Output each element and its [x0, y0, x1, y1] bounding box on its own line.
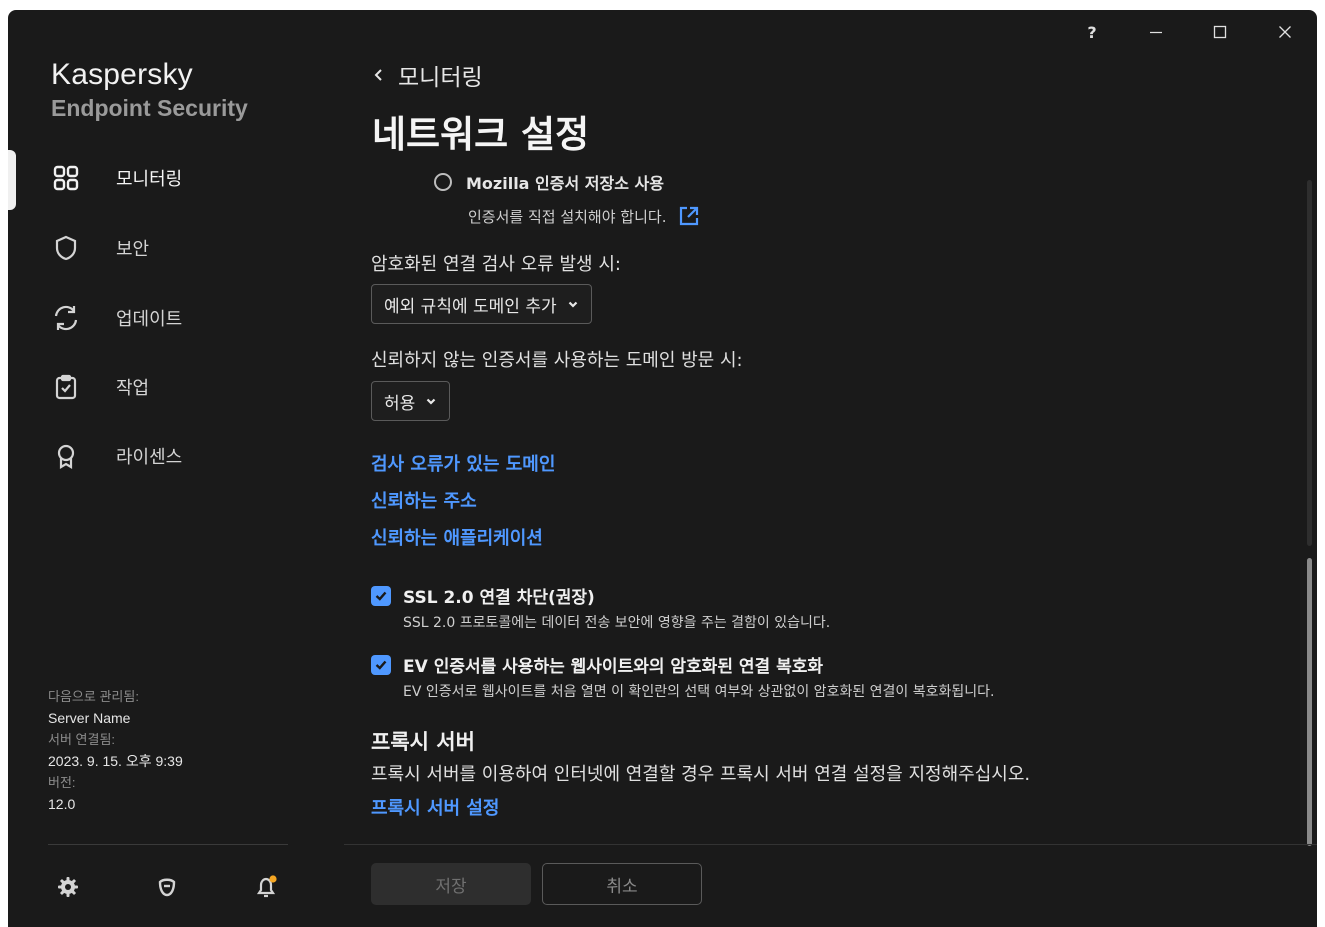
ev-decrypt-checkbox[interactable] — [371, 654, 391, 675]
notifications-icon — [256, 875, 277, 898]
close-icon — [1279, 26, 1291, 38]
ssl2-block-desc: SSL 2.0 프로토콜에는 데이터 전송 보안에 영향을 주는 결함이 있습니… — [403, 615, 831, 631]
checkmark-icon — [375, 660, 387, 670]
app-window: ? Kaspersky Endpoint Security 모니터링 보안 업데… — [8, 10, 1317, 927]
ssl2-block-option[interactable]: SSL 2.0 연결 차단(권장) — [371, 583, 595, 608]
chevron-down-icon — [567, 298, 579, 310]
settings-content[interactable]: Mozilla 인증서 저장소 사용 인증서를 직접 설치해야 합니다. 암호화… — [348, 170, 1308, 840]
sidebar-item-label: 업데이트 — [116, 309, 183, 330]
page-title: 네트워크 설정 — [372, 113, 590, 156]
sidebar-item-label: 모니터링 — [116, 169, 183, 190]
ev-decrypt-label: EV 인증서를 사용하는 웹사이트와의 암호화된 연결 복호화 — [403, 657, 823, 677]
mozilla-store-desc-text: 인증서를 직접 설치해야 합니다. — [468, 207, 667, 226]
notifications-button[interactable] — [248, 872, 284, 902]
save-button[interactable]: 저장 — [371, 863, 531, 905]
close-button[interactable] — [1263, 20, 1307, 44]
chevron-down-icon — [425, 395, 437, 407]
footer-divider — [344, 844, 1317, 845]
mozilla-store-label: Mozilla 인증서 저장소 사용 — [466, 174, 664, 193]
clipboard-icon — [48, 369, 84, 405]
breadcrumb-label: 모니터링 — [398, 65, 483, 91]
mozilla-store-option[interactable]: Mozilla 인증서 저장소 사용 — [434, 170, 664, 194]
untrusted-cert-value: 허용 — [384, 393, 416, 414]
sidebar-item-tasks[interactable]: 작업 — [48, 365, 298, 409]
dashboard-icon — [48, 160, 84, 196]
version-value: 12.0 — [48, 795, 76, 812]
settings-icon — [58, 877, 78, 897]
product-name: Endpoint Security — [51, 95, 248, 121]
ev-decrypt-desc: EV 인증서로 웹사이트를 처음 열면 이 확인란의 선택 여부와 상관없이 암… — [403, 684, 995, 700]
checkmark-icon — [375, 591, 387, 601]
link-trusted-applications[interactable]: 신뢰하는 애플리케이션 — [371, 524, 543, 550]
sidebar-item-label: 라이센스 — [116, 447, 183, 468]
managed-by-label: 다음으로 관리됨: — [48, 689, 139, 704]
maximize-icon — [1213, 25, 1227, 39]
link-trusted-addresses[interactable]: 신뢰하는 주소 — [371, 487, 477, 513]
managed-by-value: Server Name — [48, 709, 131, 726]
sidebar-item-label: 작업 — [116, 378, 150, 399]
scrollbar-thumb[interactable] — [1307, 558, 1312, 846]
link-proxy-settings[interactable]: 프록시 서버 설정 — [371, 794, 499, 820]
server-connected-value: 2023. 9. 15. 오후 9:39 — [48, 752, 183, 769]
scrollbar-track[interactable] — [1307, 180, 1312, 546]
update-icon — [48, 300, 84, 336]
server-connected-label: 서버 연결됨: — [48, 732, 116, 747]
sidebar-item-update[interactable]: 업데이트 — [48, 296, 298, 340]
sidebar-item-label: 보안 — [116, 239, 150, 260]
proxy-section-title: 프록시 서버 — [371, 730, 475, 754]
ssl2-block-label: SSL 2.0 연결 차단(권장) — [403, 588, 595, 608]
untrusted-cert-label: 신뢰하지 않는 인증서를 사용하는 도메인 방문 시: — [371, 350, 743, 371]
active-nav-indicator — [8, 150, 16, 210]
error-action-dropdown[interactable]: 예외 규칙에 도메인 추가 — [371, 284, 592, 324]
maximize-button[interactable] — [1198, 20, 1242, 44]
license-icon — [48, 438, 84, 474]
version-label: 버전: — [48, 775, 76, 790]
mozilla-store-desc: 인증서를 직접 설치해야 합니다. — [468, 205, 700, 227]
brand-name: Kaspersky — [51, 58, 193, 91]
sidebar-divider — [48, 844, 288, 845]
sidebar-item-monitoring[interactable]: 모니터링 — [48, 156, 298, 200]
error-action-label: 암호화된 연결 검사 오류 발생 시: — [371, 254, 621, 275]
settings-button[interactable] — [50, 872, 86, 902]
management-info: 다음으로 관리됨: Server Name 서버 연결됨: 2023. 9. 1… — [48, 686, 183, 815]
link-scan-error-domains[interactable]: 검사 오류가 있는 도메인 — [371, 450, 555, 476]
minimize-button[interactable] — [1134, 20, 1178, 44]
error-action-value: 예외 규칙에 도메인 추가 — [384, 296, 557, 317]
minimize-icon — [1150, 31, 1162, 34]
sidebar-item-security[interactable]: 보안 — [48, 226, 298, 270]
support-button[interactable] — [149, 872, 185, 902]
support-icon — [158, 878, 176, 897]
chevron-left-icon — [374, 69, 382, 81]
proxy-section-desc: 프록시 서버를 이용하여 인터넷에 연결할 경우 프록시 서버 연결 설정을 지… — [371, 764, 1031, 785]
external-link-icon[interactable] — [678, 205, 700, 227]
cancel-button[interactable]: 취소 — [542, 863, 702, 905]
sidebar-item-license[interactable]: 라이센스 — [48, 434, 298, 478]
untrusted-cert-dropdown[interactable]: 허용 — [371, 381, 451, 421]
breadcrumb-back[interactable]: 모니터링 — [372, 58, 483, 92]
ssl2-block-checkbox[interactable] — [371, 585, 391, 606]
ev-decrypt-option[interactable]: EV 인증서를 사용하는 웹사이트와의 암호화된 연결 복호화 — [371, 652, 823, 677]
help-button[interactable]: ? — [1070, 20, 1114, 44]
shield-icon — [48, 230, 84, 266]
mozilla-store-radio[interactable] — [434, 173, 452, 191]
